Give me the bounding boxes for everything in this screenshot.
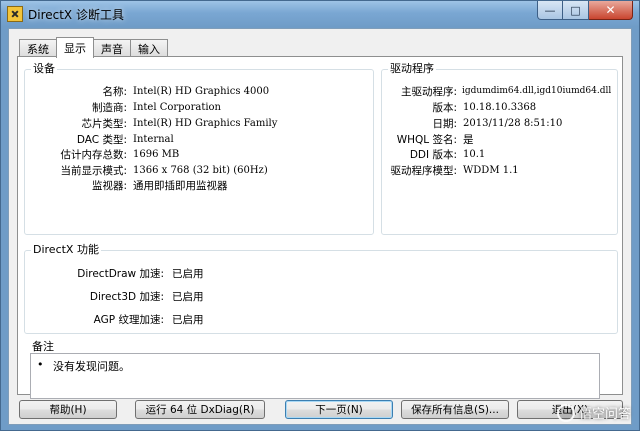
close-button[interactable]: ✕ [589,1,633,20]
watermark-logo-icon [556,403,575,422]
directdraw-label: DirectDraw 加速: [77,267,164,280]
features-group-title: DirectX 功能 [31,243,101,256]
driver-row-version: 版本: 10.18.10.3368 [382,100,536,114]
direct3d-label: Direct3D 加速: [89,290,164,303]
driver-model-value: WDDM 1.1 [463,164,519,176]
device-display-mode-label: 当前显示模式: [60,164,127,177]
tab-strip: 系统 显示 声音 输入 [19,37,168,58]
device-display-mode-value: 1366 x 768 (32 bit) (60Hz) [133,164,268,176]
device-memory-label: 估计内存总数: [60,148,127,161]
device-chip-type-label: 芯片类型: [81,117,127,130]
driver-main-label: 主驱动程序: [400,85,457,98]
notes-group: 备注 • 没有发现问题。 [24,341,618,399]
device-monitor-value: 通用即插即用监视器 [133,179,228,192]
device-monitor-label: 监视器: [91,179,127,192]
driver-whql-label: WHQL 签名: [396,133,457,146]
directx-icon [7,6,23,22]
notes-textbox[interactable]: • 没有发现问题。 [30,353,600,399]
device-dac-type-value: Internal [133,133,174,145]
driver-whql-value: 是 [463,133,474,146]
window-title: DirectX 诊断工具 [28,8,124,22]
device-name-value: Intel(R) HD Graphics 4000 [133,85,270,97]
driver-row-ddi: DDI 版本: 10.1 [382,147,485,161]
driver-main-value: igdumdim64.dll,igd10iumd64.dll [462,86,612,96]
next-page-button[interactable]: 下一页(N) [285,400,393,419]
driver-version-label: 版本: [432,101,457,114]
device-group-title: 设备 [31,62,57,75]
title-bar[interactable]: DirectX 诊断工具 — □ ✕ [1,1,639,27]
note-bullet: • [37,358,44,371]
watermark: 悟空问答 [556,403,631,422]
save-all-info-button[interactable]: 保存所有信息(S)... [401,400,509,419]
maximize-button[interactable]: □ [563,1,589,20]
display-tab-panel: 设备 名称: Intel(R) HD Graphics 4000 制造商: In… [17,56,623,399]
dxdiag-window: DirectX 诊断工具 — □ ✕ 系统 显示 声音 输入 设备 名称: In… [0,0,640,431]
driver-group-title: 驱动程序 [388,62,436,75]
directx-features-group: DirectX 功能 DirectDraw 加速: 已启用 Direct3D 加… [24,244,618,334]
tab-sound[interactable]: 声音 [93,39,131,57]
device-row-memory: 估计内存总数: 1696 MB [25,147,179,161]
caption-buttons: — □ ✕ [537,1,633,21]
device-dac-type-label: DAC 类型: [76,133,127,146]
driver-version-value: 10.18.10.3368 [463,101,537,113]
device-chip-type-value: Intel(R) HD Graphics Family [133,117,278,129]
tab-input[interactable]: 输入 [130,39,168,57]
driver-group: 驱动程序 主驱动程序: igdumdim64.dll,igd10iumd64.d… [381,63,618,235]
driver-ddi-label: DDI 版本: [409,148,457,161]
run-64bit-dxdiag-button[interactable]: 运行 64 位 DxDiag(R) [135,400,265,419]
feature-row-agp: AGP 纹理加速: 已启用 [25,312,204,326]
driver-row-model: 驱动程序模型: WDDM 1.1 [382,163,519,177]
driver-ddi-value: 10.1 [463,148,486,160]
minimize-button[interactable]: — [537,1,563,20]
device-group: 设备 名称: Intel(R) HD Graphics 4000 制造商: In… [24,63,374,235]
agp-label: AGP 纹理加速: [93,313,164,326]
device-manufacturer-value: Intel Corporation [133,101,221,113]
help-button[interactable]: 帮助(H) [19,400,117,419]
device-row-dac-type: DAC 类型: Internal [25,132,174,146]
driver-row-date: 日期: 2013/11/28 8:51:10 [382,116,562,130]
driver-date-value: 2013/11/28 8:51:10 [463,117,563,129]
client-area: 系统 显示 声音 输入 设备 名称: Intel(R) HD Graphics … [8,28,632,425]
notes-group-title: 备注 [30,340,56,353]
device-row-display-mode: 当前显示模式: 1366 x 768 (32 bit) (60Hz) [25,163,268,177]
device-row-monitor: 监视器: 通用即插即用监视器 [25,178,228,192]
watermark-text: 悟空问答 [578,407,631,422]
tab-display[interactable]: 显示 [56,37,94,58]
agp-value: 已启用 [172,313,204,326]
feature-row-directdraw: DirectDraw 加速: 已启用 [25,266,204,280]
device-memory-value: 1696 MB [133,148,180,160]
note-text: 没有发现问题。 [53,360,130,373]
device-row-name: 名称: Intel(R) HD Graphics 4000 [25,84,269,98]
directdraw-value: 已启用 [172,267,204,280]
feature-row-direct3d: Direct3D 加速: 已启用 [25,289,204,303]
driver-row-whql: WHQL 签名: 是 [382,132,474,146]
driver-date-label: 日期: [432,117,457,130]
note-item: • 没有发现问题。 [37,358,130,374]
device-row-chip-type: 芯片类型: Intel(R) HD Graphics Family [25,116,277,130]
direct3d-value: 已启用 [172,290,204,303]
device-row-manufacturer: 制造商: Intel Corporation [25,100,221,114]
device-manufacturer-label: 制造商: [91,101,127,114]
driver-model-label: 驱动程序模型: [390,164,457,177]
tab-system[interactable]: 系统 [19,39,57,57]
driver-row-main: 主驱动程序: igdumdim64.dll,igd10iumd64.dll [382,84,611,98]
device-name-label: 名称: [102,85,127,98]
